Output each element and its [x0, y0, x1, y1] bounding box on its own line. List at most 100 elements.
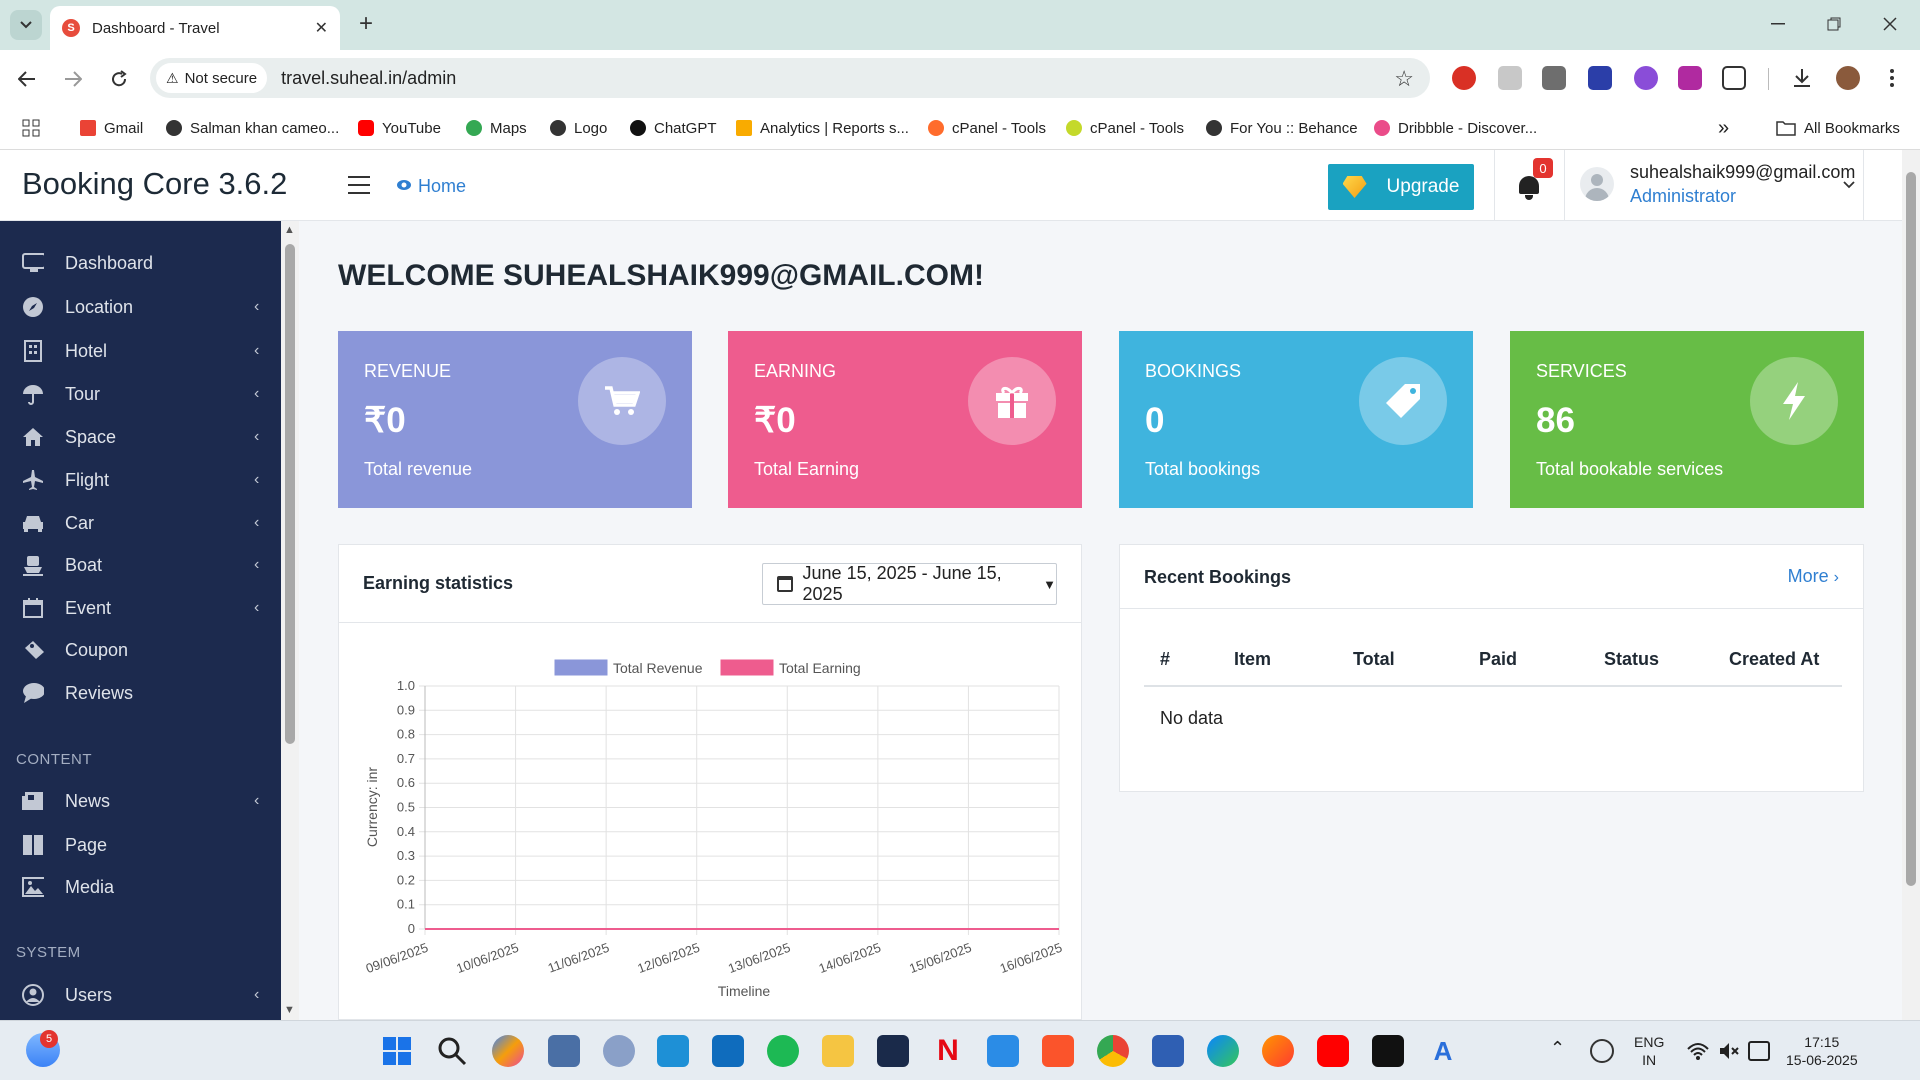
more-link[interactable]: More › [1788, 566, 1839, 587]
new-tab-button[interactable]: + [352, 10, 380, 38]
bookmark-chatgpt[interactable]: ChatGPT [630, 114, 717, 142]
menu-toggle-icon[interactable] [348, 176, 370, 194]
sidebar-item-users[interactable]: Users ‹ [0, 975, 281, 1015]
back-arrow-icon[interactable] [12, 64, 42, 94]
bookings-card[interactable]: BOOKINGS 0 Total bookings [1119, 331, 1473, 508]
network-icon[interactable] [1590, 1039, 1614, 1063]
window-close-icon[interactable] [1870, 10, 1910, 38]
prime-video-icon[interactable] [877, 1035, 909, 1067]
bookmark-logo[interactable]: Logo [550, 114, 607, 142]
app-r-icon[interactable] [603, 1035, 635, 1067]
sidebar-item-event[interactable]: Event ‹ [0, 588, 281, 628]
sidebar-item-media[interactable]: Media [0, 867, 281, 907]
extension-window-icon[interactable] [1542, 66, 1566, 90]
sidebar-item-boat[interactable]: Boat ‹ [0, 545, 281, 585]
edge-icon[interactable] [1207, 1035, 1239, 1067]
notepad-icon[interactable] [1152, 1035, 1184, 1067]
sidebar-item-hotel[interactable]: Hotel ‹ [0, 331, 281, 371]
extension-u-icon[interactable] [1678, 66, 1702, 90]
user-role[interactable]: Administrator [1630, 186, 1736, 207]
earning-card[interactable]: EARNING ₹0 Total Earning [728, 331, 1082, 508]
volume-muted-icon[interactable] [1718, 1041, 1740, 1061]
sidebar-item-reviews[interactable]: Reviews [0, 673, 281, 713]
all-bookmarks[interactable]: All Bookmarks [1776, 114, 1900, 142]
extensions-puzzle-icon[interactable] [1722, 66, 1746, 90]
sidebar-item-tour[interactable]: Tour ‹ [0, 374, 281, 414]
sidebar-item-flight[interactable]: Flight ‹ [0, 460, 281, 500]
firefox-icon[interactable] [1262, 1035, 1294, 1067]
sidebar-item-car[interactable]: Car ‹ [0, 503, 281, 543]
upgrade-button[interactable]: Upgrade [1328, 164, 1474, 210]
avatar[interactable] [1580, 167, 1614, 201]
sidebar-item-coupon[interactable]: Coupon [0, 630, 281, 670]
browser-menu-icon[interactable] [1880, 66, 1904, 90]
services-card[interactable]: SERVICES 86 Total bookable services [1510, 331, 1864, 508]
url-text[interactable]: travel.suheal.in/admin [281, 68, 456, 89]
address-bar[interactable]: ⚠ Not secure travel.suheal.in/admin ☆ [150, 58, 1430, 98]
app-icon[interactable] [657, 1035, 689, 1067]
battery-icon[interactable] [1748, 1041, 1770, 1061]
bookmark-star-icon[interactable]: ☆ [1394, 66, 1414, 92]
sidebar-item-space[interactable]: Space ‹ [0, 417, 281, 457]
bookmark-analytics[interactable]: Analytics | Reports s... [736, 114, 909, 142]
page-scrollbar-thumb[interactable] [1906, 172, 1916, 886]
sidebar-item-page[interactable]: Page [0, 825, 281, 865]
revenue-card[interactable]: REVENUE ₹0 Total revenue [338, 331, 692, 508]
reload-icon[interactable] [104, 64, 134, 94]
extension-a-icon[interactable] [1498, 66, 1522, 90]
sidebar-item-news[interactable]: News ‹ [0, 781, 281, 821]
youtube-icon[interactable] [1317, 1035, 1349, 1067]
bookmark-gmail[interactable]: Gmail [80, 114, 143, 142]
chrome-icon[interactable] [1097, 1035, 1129, 1067]
clock[interactable]: 17:15 15-06-2025 [1786, 1033, 1858, 1069]
bookmark-maps[interactable]: Maps [466, 114, 527, 142]
chevron-down-icon[interactable] [1843, 176, 1855, 192]
bookmark-behance[interactable]: For You :: Behance [1206, 114, 1358, 142]
forward-arrow-icon[interactable] [58, 64, 88, 94]
extension-search-icon[interactable] [1588, 66, 1612, 90]
brand-title[interactable]: Booking Core 3.6.2 [22, 166, 287, 202]
extension-face-icon[interactable] [1634, 66, 1658, 90]
security-indicator[interactable]: ⚠ Not secure [156, 63, 268, 93]
bookmark-cpanel-2[interactable]: cPanel - Tools [1066, 114, 1184, 142]
tab-close-icon[interactable]: ✕ [315, 18, 328, 38]
outlook-icon[interactable] [712, 1035, 744, 1067]
scroll-down-arrow-icon[interactable]: ▼ [284, 1004, 295, 1016]
minimize-icon[interactable] [1758, 10, 1798, 38]
profile-avatar-icon[interactable] [1836, 66, 1860, 90]
date-range-picker[interactable]: June 15, 2025 - June 15, 2025 ▼ [762, 563, 1057, 605]
tray-chevron-up-icon[interactable]: ⌃ [1550, 1039, 1565, 1057]
bookmark-salman[interactable]: Salman khan cameo... [166, 114, 339, 142]
bell-icon[interactable] [1518, 176, 1540, 200]
browser-tab[interactable]: S Dashboard - Travel ✕ [50, 6, 340, 50]
sidebar-item-location[interactable]: Location ‹ [0, 287, 281, 327]
sidebar-item-dashboard[interactable]: Dashboard [0, 243, 281, 283]
language-indicator[interactable]: ENG IN [1634, 1033, 1664, 1069]
adblock-extension-icon[interactable] [1452, 66, 1476, 90]
bookmark-youtube[interactable]: YouTube [358, 114, 441, 142]
copilot-icon[interactable] [492, 1035, 524, 1067]
brave-icon[interactable] [1042, 1035, 1074, 1067]
gift-icon [968, 357, 1056, 445]
capcut-icon[interactable] [1372, 1035, 1404, 1067]
user-email[interactable]: suhealshaik999@gmail.com [1630, 162, 1855, 183]
apps-grid-icon[interactable] [22, 114, 40, 142]
scroll-up-arrow-icon[interactable]: ▲ [284, 224, 295, 236]
app-a-icon[interactable]: A [1427, 1035, 1459, 1067]
search-icon[interactable] [436, 1035, 468, 1067]
bookmark-dribbble[interactable]: Dribbble - Discover... [1374, 114, 1537, 142]
file-explorer-icon[interactable] [822, 1035, 854, 1067]
wifi-icon[interactable] [1686, 1041, 1710, 1061]
vscode-icon[interactable] [987, 1035, 1019, 1067]
bookmarks-overflow-icon[interactable]: » [1718, 114, 1729, 142]
windows-start-icon[interactable] [383, 1037, 411, 1065]
sidebar-scrollbar-thumb[interactable] [285, 244, 295, 744]
restore-icon[interactable] [1814, 10, 1854, 38]
netflix-icon[interactable]: N [932, 1035, 964, 1067]
download-icon[interactable] [1790, 66, 1814, 90]
bookmark-cpanel-1[interactable]: cPanel - Tools [928, 114, 1046, 142]
tab-search-button[interactable] [10, 10, 42, 40]
app-icon[interactable] [548, 1035, 580, 1067]
spotify-icon[interactable] [767, 1035, 799, 1067]
home-link[interactable]: Home [396, 176, 466, 197]
